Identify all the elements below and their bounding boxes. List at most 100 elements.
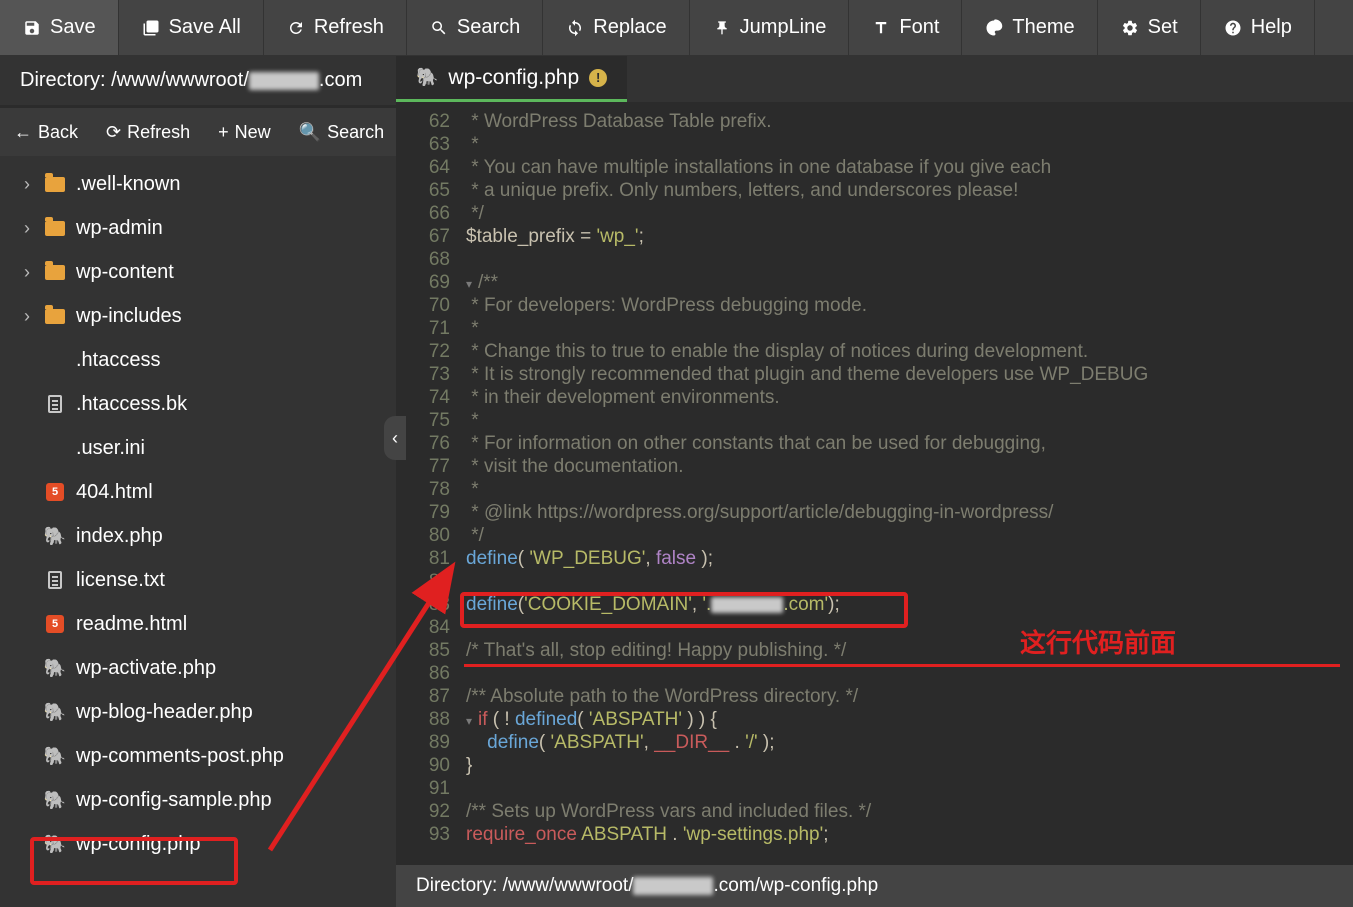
save-all-button[interactable]: Save All [119, 0, 264, 55]
dir-label: Directory: /www/wwwroot/ [20, 69, 249, 92]
set-button[interactable]: Set [1098, 0, 1201, 55]
search-button[interactable]: Search [407, 0, 543, 55]
file-icon [44, 349, 66, 371]
save-button[interactable]: Save [0, 0, 119, 55]
side-search-label: Search [327, 122, 384, 143]
code-line-92[interactable]: /** Sets up WordPress vars and included … [466, 800, 1353, 823]
code-line-91[interactable] [466, 777, 1353, 800]
warning-icon: ! [589, 69, 607, 87]
code-line-67[interactable]: $table_prefix = 'wp_'; [466, 225, 1353, 248]
tree-item-wp-config-php[interactable]: 🐘wp-config.php [0, 822, 396, 866]
refresh-icon: ⟳ [106, 122, 121, 143]
code-line-72[interactable]: * Change this to true to enable the disp… [466, 340, 1353, 363]
tab-title: wp-config.php [448, 66, 579, 90]
tree-item--well-known[interactable]: ›.well-known [0, 162, 396, 206]
collapse-handle[interactable]: ‹ [384, 416, 406, 460]
code-line-74[interactable]: * in their development environments. [466, 386, 1353, 409]
tree-item-label: .htaccess.bk [76, 393, 187, 416]
code-line-75[interactable]: * [466, 409, 1353, 432]
jumpline-button[interactable]: JumpLine [690, 0, 850, 55]
code-line-86[interactable] [466, 662, 1353, 685]
code-line-70[interactable]: * For developers: WordPress debugging mo… [466, 294, 1353, 317]
back-label: Back [38, 122, 78, 143]
code-line-71[interactable]: * [466, 317, 1353, 340]
code-line-62[interactable]: * WordPress Database Table prefix. [466, 110, 1353, 133]
tree-item-label: 404.html [76, 481, 153, 504]
tree-item--htaccess[interactable]: .htaccess [0, 338, 396, 382]
tree-item-404-html[interactable]: 5404.html [0, 470, 396, 514]
tree-item-label: wp-content [76, 261, 174, 284]
code-line-83[interactable]: define('COOKIE_DOMAIN', '.xxxxx.com'); [466, 593, 1353, 616]
save-icon [22, 18, 42, 38]
save-label: Save [50, 16, 96, 39]
theme-button[interactable]: Theme [962, 0, 1097, 55]
tree-item-label: wp-config-sample.php [76, 789, 272, 812]
code-line-76[interactable]: * For information on other constants tha… [466, 432, 1353, 455]
tree-item-label: wp-comments-post.php [76, 745, 284, 768]
code-line-84[interactable] [466, 616, 1353, 639]
side-refresh-button[interactable]: ⟳Refresh [92, 108, 204, 156]
code-line-90[interactable]: } [466, 754, 1353, 777]
refresh-icon [286, 18, 306, 38]
code-line-87[interactable]: /** Absolute path to the WordPress direc… [466, 685, 1353, 708]
font-button[interactable]: Font [849, 0, 962, 55]
sidebar-toolbar: ← Back ⟳Refresh +New 🔍Search [0, 108, 396, 156]
code-line-82[interactable] [466, 570, 1353, 593]
font-label: Font [899, 16, 939, 39]
tree-item-wp-admin[interactable]: ›wp-admin [0, 206, 396, 250]
code-line-68[interactable] [466, 248, 1353, 271]
tree-item-wp-comments-post-php[interactable]: 🐘wp-comments-post.php [0, 734, 396, 778]
code-line-89[interactable]: define( 'ABSPATH', __DIR__ . '/' ); [466, 731, 1353, 754]
code-line-66[interactable]: */ [466, 202, 1353, 225]
tree-item-label: wp-config.php [76, 833, 201, 856]
back-arrow-icon: ← [14, 122, 32, 143]
code-line-79[interactable]: * @link https://wordpress.org/support/ar… [466, 501, 1353, 524]
tree-item-wp-includes[interactable]: ›wp-includes [0, 294, 396, 338]
code-line-85[interactable]: /* That's all, stop editing! Happy publi… [466, 639, 1353, 662]
tree-item-license-txt[interactable]: license.txt [0, 558, 396, 602]
chevron-left-icon: ‹ [392, 428, 398, 449]
search-label: Search [457, 16, 520, 39]
code-line-81[interactable]: define( 'WP_DEBUG', false ); [466, 547, 1353, 570]
tree-item-wp-blog-header-php[interactable]: 🐘wp-blog-header.php [0, 690, 396, 734]
tree-item-wp-activate-php[interactable]: 🐘wp-activate.php [0, 646, 396, 690]
tree-item-index-php[interactable]: 🐘index.php [0, 514, 396, 558]
chevron-right-icon: › [20, 218, 34, 239]
help-button[interactable]: Help [1201, 0, 1315, 55]
code-line-88[interactable]: ▾if ( ! defined( 'ABSPATH' ) ) { [466, 708, 1353, 731]
new-button[interactable]: +New [204, 108, 285, 156]
code-line-64[interactable]: * You can have multiple installations in… [466, 156, 1353, 179]
code-line-65[interactable]: * a unique prefix. Only numbers, letters… [466, 179, 1353, 202]
php-icon: 🐘 [44, 789, 66, 811]
code-line-80[interactable]: */ [466, 524, 1353, 547]
code-line-93[interactable]: require_once ABSPATH . 'wp-settings.php'… [466, 823, 1353, 846]
side-search-button[interactable]: 🔍Search [285, 108, 398, 156]
directory-path: Directory: /www/wwwroot/xxx.com [0, 56, 396, 108]
code-line-77[interactable]: * visit the documentation. [466, 455, 1353, 478]
tree-item-label: license.txt [76, 569, 165, 592]
code-line-69[interactable]: ▾/** [466, 271, 1353, 294]
main-toolbar: Save Save All Refresh Search Replace Jum… [0, 0, 1353, 56]
jumpline-label: JumpLine [740, 16, 827, 39]
sidebar: Directory: /www/wwwroot/xxx.com ← Back ⟳R… [0, 56, 396, 907]
code-content[interactable]: * WordPress Database Table prefix. * * Y… [460, 102, 1353, 865]
tab-wp-config[interactable]: 🐘 wp-config.php ! [396, 56, 627, 102]
tree-item-wp-content[interactable]: ›wp-content [0, 250, 396, 294]
code-line-78[interactable]: * [466, 478, 1353, 501]
code-editor[interactable]: 6263646566676869707172737475767778798081… [396, 102, 1353, 865]
code-line-63[interactable]: * [466, 133, 1353, 156]
tree-item--htaccess-bk[interactable]: .htaccess.bk [0, 382, 396, 426]
replace-button[interactable]: Replace [543, 0, 689, 55]
file-tree[interactable]: ›.well-known›wp-admin›wp-content›wp-incl… [0, 156, 396, 907]
tree-item-wp-config-sample-php[interactable]: 🐘 wp-config-sample.php [0, 778, 396, 822]
refresh-button[interactable]: Refresh [264, 0, 407, 55]
replace-label: Replace [593, 16, 666, 39]
theme-label: Theme [1012, 16, 1074, 39]
tree-item-readme-html[interactable]: 5readme.html [0, 602, 396, 646]
tree-item--user-ini[interactable]: .user.ini [0, 426, 396, 470]
folder-icon [44, 217, 66, 239]
tree-item-label: wp-includes [76, 305, 182, 328]
code-line-73[interactable]: * It is strongly recommended that plugin… [466, 363, 1353, 386]
back-button[interactable]: ← Back [0, 108, 92, 156]
set-label: Set [1148, 16, 1178, 39]
